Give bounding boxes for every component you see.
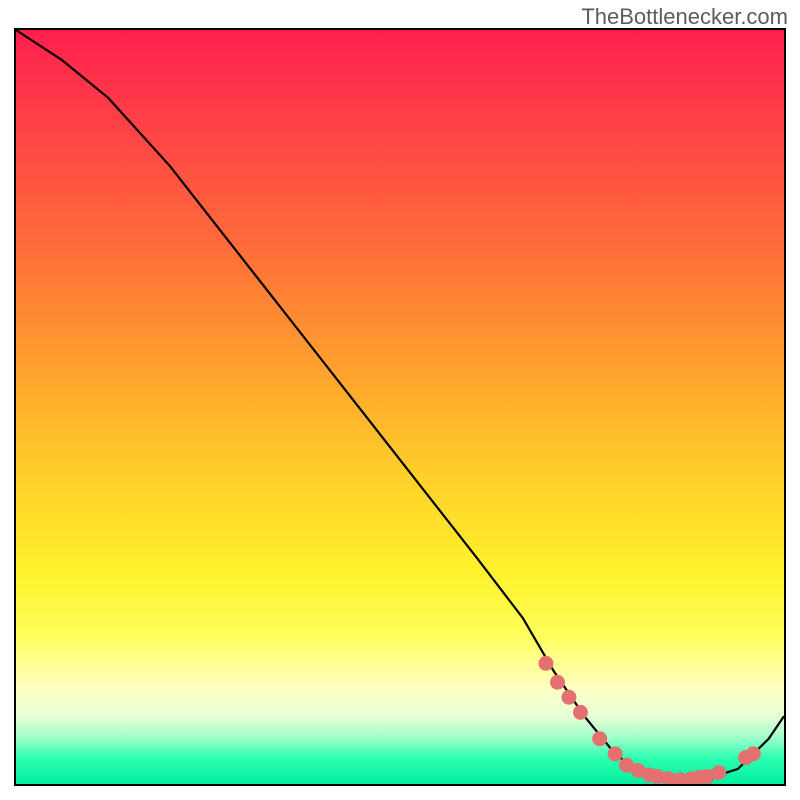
data-marker — [550, 675, 565, 690]
chart-svg — [16, 30, 784, 784]
plot-area — [14, 28, 786, 786]
attribution-text: TheBottlenecker.com — [581, 4, 788, 30]
curve-line — [16, 30, 784, 780]
data-marker — [561, 690, 576, 705]
data-marker — [711, 765, 726, 780]
marker-group — [538, 656, 760, 784]
data-marker — [746, 746, 761, 761]
data-marker — [573, 705, 588, 720]
data-marker — [608, 746, 623, 761]
data-marker — [538, 656, 553, 671]
chart-frame: TheBottlenecker.com — [0, 0, 800, 800]
data-marker — [592, 731, 607, 746]
